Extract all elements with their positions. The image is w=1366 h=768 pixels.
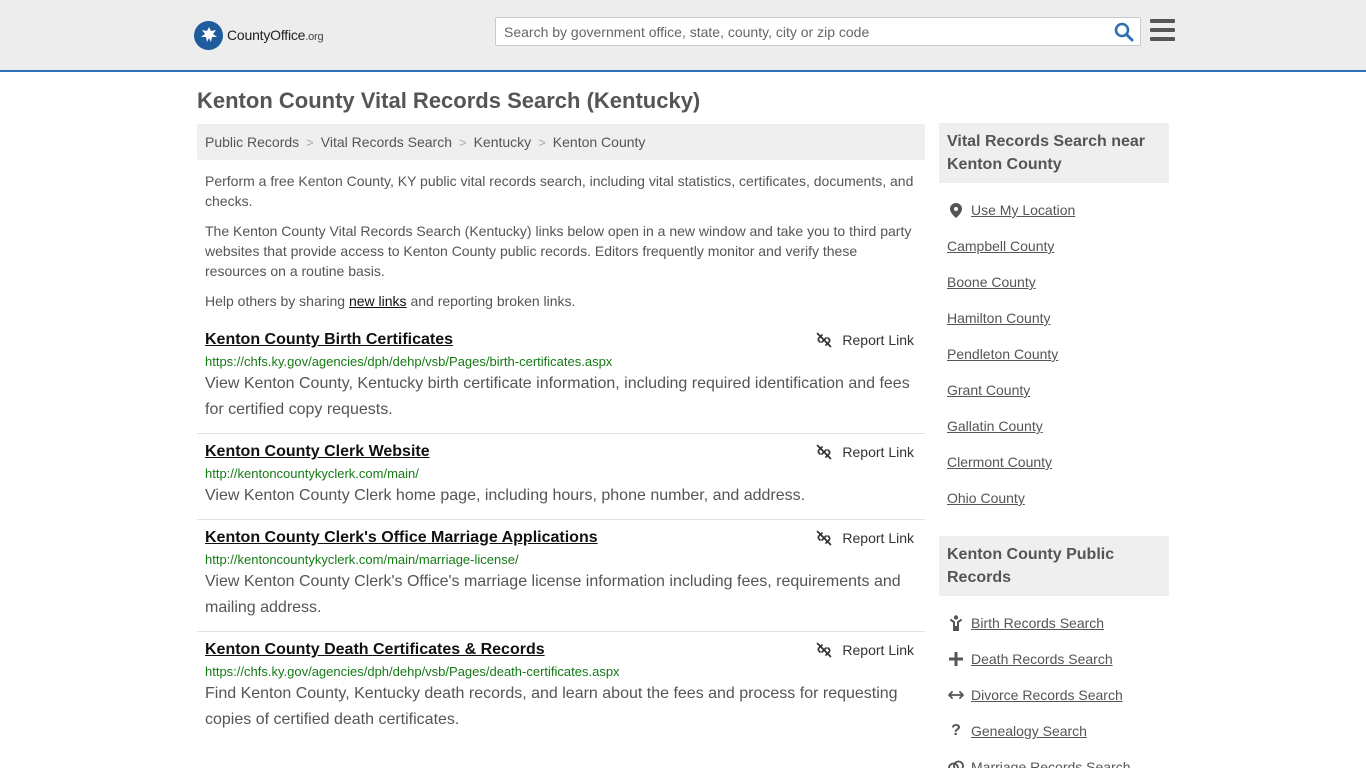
- breadcrumb-kenton-county[interactable]: Kenton County: [553, 134, 646, 150]
- record-url: https://chfs.ky.gov/agencies/dph/dehp/vs…: [205, 354, 613, 369]
- nearby-item: Pendleton County: [947, 336, 1169, 372]
- report-link-button[interactable]: Report Link: [816, 530, 914, 546]
- share-links-note: Help others by sharing new links and rep…: [205, 293, 576, 309]
- public-records-list: Birth Records Search Death Records Searc…: [947, 605, 1169, 768]
- nearby-link[interactable]: Gallatin County: [947, 418, 1043, 434]
- nearby-link[interactable]: Grant County: [947, 382, 1030, 398]
- report-link-button[interactable]: Report Link: [816, 642, 914, 658]
- death-records-link[interactable]: Death Records Search: [971, 651, 1113, 667]
- intro-paragraph: The Kenton County Vital Records Search (…: [205, 223, 912, 279]
- breadcrumb-separator-icon: >: [306, 134, 314, 150]
- use-location-link[interactable]: Use My Location: [971, 202, 1075, 218]
- nearby-link[interactable]: Pendleton County: [947, 346, 1058, 362]
- search-input[interactable]: [496, 18, 1106, 45]
- nearby-link[interactable]: Boone County: [947, 274, 1036, 290]
- nearby-heading: Vital Records Search near Kenton County: [939, 123, 1169, 183]
- county-seal-icon: [194, 20, 223, 50]
- site-logo[interactable]: CountyOffice.org: [194, 20, 324, 50]
- cross-icon: [947, 652, 965, 666]
- nearby-list: Use My Location Campbell County Boone Co…: [947, 192, 1169, 516]
- public-record-item: Marriage Records Search: [947, 749, 1169, 768]
- broken-link-icon: [817, 332, 832, 348]
- records-list: Kenton County Birth Certificates https:/…: [197, 322, 925, 743]
- broken-link-icon: [817, 444, 832, 460]
- search-box: [495, 17, 1141, 46]
- split-arrows-icon: [947, 689, 965, 701]
- search-icon: [1114, 22, 1134, 42]
- breadcrumb-separator-icon: >: [538, 134, 546, 150]
- record-item: Kenton County Death Certificates & Recor…: [197, 632, 925, 743]
- nearby-item: Hamilton County: [947, 300, 1169, 336]
- nearby-item: Gallatin County: [947, 408, 1169, 444]
- broken-link-icon: [817, 642, 832, 658]
- nearby-link[interactable]: Clermont County: [947, 454, 1052, 470]
- report-link-button[interactable]: Report Link: [816, 444, 914, 460]
- birth-records-link[interactable]: Birth Records Search: [971, 615, 1104, 631]
- nearby-link[interactable]: Campbell County: [947, 238, 1054, 254]
- child-icon: [947, 615, 965, 631]
- marriage-records-link[interactable]: Marriage Records Search: [971, 759, 1131, 768]
- breadcrumb-kentucky[interactable]: Kentucky: [474, 134, 532, 150]
- record-url: https://chfs.ky.gov/agencies/dph/dehp/vs…: [205, 664, 620, 679]
- record-url: http://kentoncountykyclerk.com/main/marr…: [205, 552, 519, 567]
- new-links-link[interactable]: new links: [349, 293, 407, 309]
- nearby-item: Clermont County: [947, 444, 1169, 480]
- record-item: Kenton County Birth Certificates https:/…: [197, 322, 925, 434]
- logo-text: CountyOffice.org: [227, 27, 324, 43]
- record-description: Find Kenton County, Kentucky death recor…: [205, 685, 898, 728]
- breadcrumb-vital-records[interactable]: Vital Records Search: [321, 134, 452, 150]
- question-icon: ?: [951, 722, 961, 739]
- record-url: http://kentoncountykyclerk.com/main/: [205, 466, 419, 481]
- record-title-link[interactable]: Kenton County Death Certificates & Recor…: [205, 640, 917, 660]
- broken-link-icon: [817, 530, 832, 546]
- map-pin-icon: [947, 202, 965, 218]
- nearby-item: Grant County: [947, 372, 1169, 408]
- top-bar: CountyOffice.org: [0, 0, 1366, 72]
- record-description: View Kenton County, Kentucky birth certi…: [205, 375, 910, 418]
- nearby-item: Campbell County: [947, 228, 1169, 264]
- intro-paragraph: Perform a free Kenton County, KY public …: [205, 173, 914, 209]
- record-item: Kenton County Clerk's Office Marriage Ap…: [197, 520, 925, 632]
- breadcrumb-public-records[interactable]: Public Records: [205, 134, 299, 150]
- divorce-records-link[interactable]: Divorce Records Search: [971, 687, 1123, 703]
- nearby-link[interactable]: Ohio County: [947, 490, 1025, 506]
- nearby-item: Boone County: [947, 264, 1169, 300]
- use-location-item: Use My Location: [947, 192, 1169, 228]
- nearby-item: Ohio County: [947, 480, 1169, 516]
- intro-text: Perform a free Kenton County, KY public …: [205, 171, 920, 321]
- record-title-link[interactable]: Kenton County Clerk Website: [205, 442, 917, 462]
- record-title-link[interactable]: Kenton County Birth Certificates: [205, 330, 917, 350]
- public-record-item: Divorce Records Search: [947, 677, 1169, 713]
- breadcrumb-separator-icon: >: [459, 134, 467, 150]
- nearby-link[interactable]: Hamilton County: [947, 310, 1051, 326]
- record-title-link[interactable]: Kenton County Clerk's Office Marriage Ap…: [205, 528, 917, 548]
- public-records-heading: Kenton County Public Records: [939, 536, 1169, 596]
- breadcrumb: Public Records > Vital Records Search > …: [197, 124, 925, 160]
- genealogy-link[interactable]: Genealogy Search: [971, 723, 1087, 739]
- hamburger-menu-icon[interactable]: [1150, 19, 1175, 41]
- page-title: Kenton County Vital Records Search (Kent…: [197, 88, 701, 113]
- record-description: View Kenton County Clerk home page, incl…: [205, 487, 806, 504]
- public-record-item: Birth Records Search: [947, 605, 1169, 641]
- public-record-item: ? Genealogy Search: [947, 713, 1169, 749]
- record-description: View Kenton County Clerk's Office's marr…: [205, 573, 901, 616]
- record-item: Kenton County Clerk Website http://kento…: [197, 434, 925, 520]
- report-link-button[interactable]: Report Link: [816, 332, 914, 348]
- search-button[interactable]: [1114, 22, 1134, 42]
- public-record-item: Death Records Search: [947, 641, 1169, 677]
- rings-icon: [947, 760, 965, 768]
